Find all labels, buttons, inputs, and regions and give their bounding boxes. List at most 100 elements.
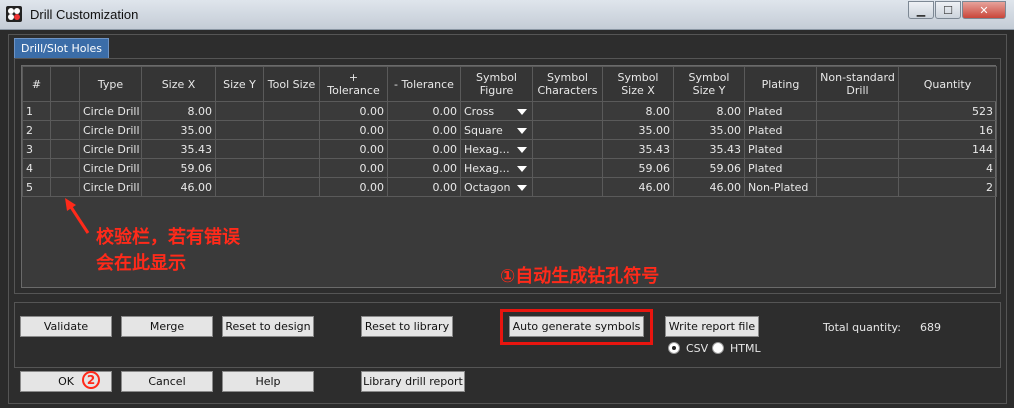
cell-non-standard-drill[interactable] (816, 120, 899, 140)
help-button[interactable]: Help (222, 371, 314, 392)
cell-tool-size[interactable] (263, 101, 320, 121)
cell-size-y[interactable] (215, 101, 264, 121)
table-row[interactable]: 3 Circle Drill 35.43 0.00 0.00 Hexag... … (22, 139, 997, 159)
symbol-figure-dropdown[interactable]: Square (460, 120, 533, 140)
cell-plating[interactable]: Non-Plated (744, 177, 817, 197)
col-header-size-y[interactable]: Size Y (215, 66, 264, 102)
cell-plus-tolerance[interactable]: 0.00 (319, 139, 388, 159)
col-header-index[interactable]: # (22, 66, 51, 102)
cell-symbol-size-x[interactable]: 46.00 (602, 177, 674, 197)
reset-to-design-button[interactable]: Reset to design (222, 316, 314, 337)
cell-size-y[interactable] (215, 158, 264, 178)
cell-tool-size[interactable] (263, 139, 320, 159)
col-header-size-x[interactable]: Size X (141, 66, 216, 102)
col-header-quantity[interactable]: Quantity (898, 66, 997, 102)
col-header-symbol-size-y[interactable]: Symbol Size Y (673, 66, 745, 102)
col-header-check[interactable] (50, 66, 80, 102)
cell-type[interactable]: Circle Drill (79, 101, 142, 121)
cell-minus-tolerance[interactable]: 0.00 (387, 158, 461, 178)
cell-symbol-size-x[interactable]: 59.06 (602, 158, 674, 178)
maximize-icon[interactable]: ☐ (935, 1, 961, 19)
cell-size-x[interactable]: 35.43 (141, 139, 216, 159)
cell-size-y[interactable] (215, 139, 264, 159)
cell-size-x[interactable]: 35.00 (141, 120, 216, 140)
cell-minus-tolerance[interactable]: 0.00 (387, 120, 461, 140)
cell-type[interactable]: Circle Drill (79, 139, 142, 159)
dropdown-arrow-icon[interactable] (517, 128, 527, 134)
col-header-plus-tolerance[interactable]: + Tolerance (319, 66, 388, 102)
table-row[interactable]: 5 Circle Drill 46.00 0.00 0.00 Octagon 4… (22, 177, 997, 197)
reset-to-library-button[interactable]: Reset to library (361, 316, 453, 337)
validate-button[interactable]: Validate (20, 316, 112, 337)
table-row[interactable]: 4 Circle Drill 59.06 0.00 0.00 Hexag... … (22, 158, 997, 178)
col-header-symbol-characters[interactable]: Symbol Characters (532, 66, 603, 102)
library-drill-report-button[interactable]: Library drill report (361, 371, 465, 392)
auto-generate-symbols-button[interactable]: Auto generate symbols (509, 316, 644, 337)
cell-non-standard-drill[interactable] (816, 101, 899, 121)
cell-symbol-characters[interactable] (532, 177, 603, 197)
cell-symbol-size-y[interactable]: 59.06 (673, 158, 745, 178)
cell-plus-tolerance[interactable]: 0.00 (319, 101, 388, 121)
cell-plating[interactable]: Plated (744, 101, 817, 121)
cell-minus-tolerance[interactable]: 0.00 (387, 177, 461, 197)
cell-plating[interactable]: Plated (744, 158, 817, 178)
cell-type[interactable]: Circle Drill (79, 158, 142, 178)
cell-symbol-size-x[interactable]: 8.00 (602, 101, 674, 121)
cell-symbol-size-y[interactable]: 8.00 (673, 101, 745, 121)
cell-plus-tolerance[interactable]: 0.00 (319, 177, 388, 197)
symbol-figure-dropdown[interactable]: Hexag... (460, 139, 533, 159)
cell-non-standard-drill[interactable] (816, 177, 899, 197)
col-header-minus-tolerance[interactable]: - Tolerance (387, 66, 461, 102)
cancel-button[interactable]: Cancel (121, 371, 213, 392)
html-radio[interactable] (712, 342, 724, 354)
cell-size-x[interactable]: 59.06 (141, 158, 216, 178)
cell-plus-tolerance[interactable]: 0.00 (319, 120, 388, 140)
cell-size-y[interactable] (215, 120, 264, 140)
cell-symbol-size-y[interactable]: 46.00 (673, 177, 745, 197)
cell-size-x[interactable]: 46.00 (141, 177, 216, 197)
dropdown-arrow-icon[interactable] (517, 147, 527, 153)
cell-symbol-size-x[interactable]: 35.43 (602, 139, 674, 159)
col-header-symbol-size-x[interactable]: Symbol Size X (602, 66, 674, 102)
cell-minus-tolerance[interactable]: 0.00 (387, 101, 461, 121)
cell-tool-size[interactable] (263, 158, 320, 178)
cell-plus-tolerance[interactable]: 0.00 (319, 158, 388, 178)
cell-symbol-size-x[interactable]: 35.00 (602, 120, 674, 140)
cell-symbol-size-y[interactable]: 35.00 (673, 120, 745, 140)
cell-plating[interactable]: Plated (744, 139, 817, 159)
symbol-figure-dropdown[interactable]: Cross (460, 101, 533, 121)
cell-size-y[interactable] (215, 177, 264, 197)
symbol-figure-dropdown[interactable]: Hexag... (460, 158, 533, 178)
cell-type[interactable]: Circle Drill (79, 177, 142, 197)
table-row[interactable]: 1 Circle Drill 8.00 0.00 0.00 Cross 8.00… (22, 101, 997, 121)
cell-symbol-characters[interactable] (532, 101, 603, 121)
dropdown-arrow-icon[interactable] (517, 185, 527, 191)
merge-button[interactable]: Merge (121, 316, 213, 337)
dropdown-arrow-icon[interactable] (517, 109, 527, 115)
cell-symbol-characters[interactable] (532, 139, 603, 159)
cell-tool-size[interactable] (263, 120, 320, 140)
write-report-file-button[interactable]: Write report file (665, 316, 759, 337)
col-header-type[interactable]: Type (79, 66, 142, 102)
symbol-figure-dropdown[interactable]: Octagon (460, 177, 533, 197)
close-icon[interactable]: ✕ (962, 1, 1006, 19)
cell-symbol-size-y[interactable]: 35.43 (673, 139, 745, 159)
cell-symbol-characters[interactable] (532, 158, 603, 178)
cell-size-x[interactable]: 8.00 (141, 101, 216, 121)
cell-plating[interactable]: Plated (744, 120, 817, 140)
dropdown-arrow-icon[interactable] (517, 166, 527, 172)
cell-non-standard-drill[interactable] (816, 158, 899, 178)
cell-type[interactable]: Circle Drill (79, 120, 142, 140)
table-row[interactable]: 2 Circle Drill 35.00 0.00 0.00 Square 35… (22, 120, 997, 140)
col-header-tool-size[interactable]: Tool Size (263, 66, 320, 102)
cell-tool-size[interactable] (263, 177, 320, 197)
cell-non-standard-drill[interactable] (816, 139, 899, 159)
csv-radio[interactable] (668, 342, 680, 354)
col-header-symbol-figure[interactable]: Symbol Figure (460, 66, 533, 102)
minimize-icon[interactable]: ▁ (908, 1, 934, 19)
col-header-plating[interactable]: Plating (744, 66, 817, 102)
cell-symbol-characters[interactable] (532, 120, 603, 140)
cell-minus-tolerance[interactable]: 0.00 (387, 139, 461, 159)
tab-drill-slot-holes[interactable]: Drill/Slot Holes (14, 38, 110, 58)
col-header-non-standard-drill[interactable]: Non-standard Drill (816, 66, 899, 102)
